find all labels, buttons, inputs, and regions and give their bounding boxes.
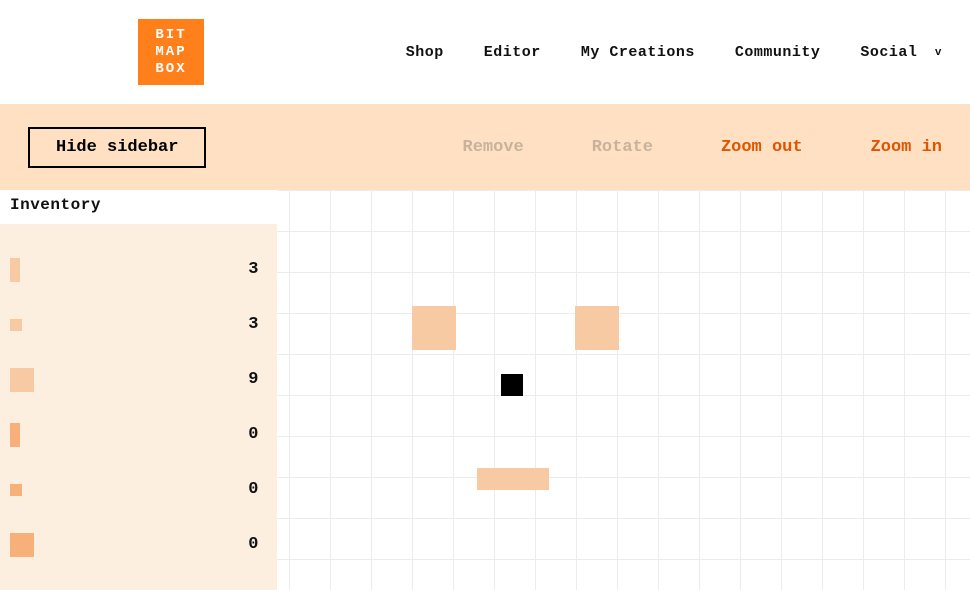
nav-editor[interactable]: Editor <box>484 44 541 61</box>
inventory-title: Inventory <box>0 190 277 224</box>
zoom-in-button[interactable]: Zoom in <box>871 138 942 157</box>
editor-toolbar: Hide sidebar Remove Rotate Zoom out Zoom… <box>0 104 970 190</box>
inventory-count: 3 <box>248 315 263 334</box>
inventory-list: 3 3 9 0 0 0 <box>10 242 263 572</box>
placed-block[interactable] <box>477 468 549 490</box>
remove-button[interactable]: Remove <box>463 138 524 157</box>
app-header: BIT MAP BOX Shop Editor My Creations Com… <box>0 0 970 104</box>
nav-social[interactable]: Social v <box>860 44 942 61</box>
chevron-down-icon: v <box>935 47 942 59</box>
inventory-item[interactable]: 9 <box>10 352 263 407</box>
inventory-swatch <box>10 256 38 284</box>
inventory-item[interactable]: 0 <box>10 517 263 572</box>
rotate-button[interactable]: Rotate <box>592 138 653 157</box>
placed-block[interactable] <box>501 374 523 396</box>
nav-social-label: Social <box>860 44 917 61</box>
inventory-count: 0 <box>248 535 263 554</box>
nav-community[interactable]: Community <box>735 44 821 61</box>
inventory-item[interactable]: 3 <box>10 297 263 352</box>
inventory-sidebar: Inventory 3 3 9 0 0 0 <box>0 190 277 590</box>
inventory-count: 0 <box>248 480 263 499</box>
placed-block[interactable] <box>575 306 619 350</box>
editor-main: Inventory 3 3 9 0 0 0 <box>0 190 970 590</box>
logo-line-1: BIT <box>155 27 186 44</box>
editor-canvas[interactable] <box>277 190 970 590</box>
inventory-swatch <box>10 366 38 394</box>
inventory-count: 3 <box>248 260 263 279</box>
inventory-count: 0 <box>248 425 263 444</box>
logo[interactable]: BIT MAP BOX <box>138 19 204 85</box>
inventory-item[interactable]: 0 <box>10 462 263 517</box>
inventory-swatch <box>10 311 38 339</box>
logo-line-3: BOX <box>155 61 186 78</box>
main-nav: Shop Editor My Creations Community Socia… <box>406 44 942 61</box>
logo-line-2: MAP <box>155 44 186 61</box>
nav-shop[interactable]: Shop <box>406 44 444 61</box>
nav-my-creations[interactable]: My Creations <box>581 44 695 61</box>
zoom-out-button[interactable]: Zoom out <box>721 138 803 157</box>
inventory-item[interactable]: 3 <box>10 242 263 297</box>
placed-block[interactable] <box>412 306 456 350</box>
inventory-count: 9 <box>248 370 263 389</box>
inventory-swatch <box>10 421 38 449</box>
inventory-swatch <box>10 531 38 559</box>
inventory-swatch <box>10 476 38 504</box>
hide-sidebar-button[interactable]: Hide sidebar <box>28 127 206 168</box>
inventory-item[interactable]: 0 <box>10 407 263 462</box>
